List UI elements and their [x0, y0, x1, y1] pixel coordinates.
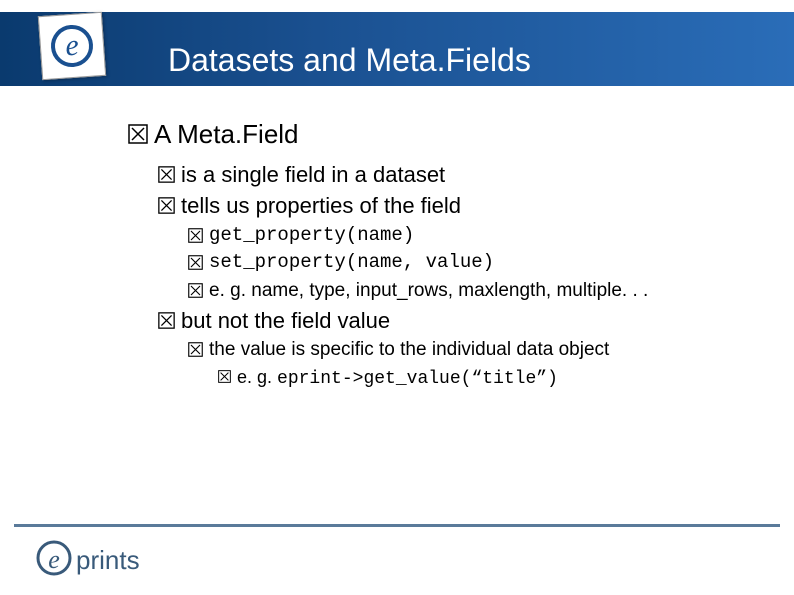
bullet-text: A Meta.Field [154, 118, 754, 151]
bullet-level1: A Meta.Field [128, 118, 754, 151]
bullet-level3: get_property(name) [188, 224, 754, 248]
bullet-text: is a single field in a dataset [181, 161, 754, 189]
square-x-bullet-icon [188, 255, 203, 270]
footer-divider [14, 524, 780, 527]
eg-prefix: e. g. [237, 367, 277, 387]
square-x-bullet-icon [188, 283, 203, 298]
slide-title: Datasets and Meta.Fields [168, 42, 531, 79]
bullet-level2: is a single field in a dataset [158, 161, 754, 189]
square-x-bullet-icon [188, 342, 203, 357]
square-x-bullet-icon [188, 228, 203, 243]
square-x-bullet-icon [158, 197, 175, 214]
header-eprints-icon: e [38, 12, 106, 80]
square-x-bullet-icon [158, 166, 175, 183]
bullet-code: set_property(name, value) [209, 251, 754, 275]
square-x-bullet-icon [218, 370, 231, 383]
eg-code: eprint->get_value(“title”) [277, 369, 558, 389]
bullet-text: the value is specific to the individual … [209, 338, 754, 362]
bullet-text: tells us properties of the field [181, 192, 754, 220]
square-x-bullet-icon [158, 312, 175, 329]
svg-text:e: e [48, 545, 60, 574]
slide-content: A Meta.Field is a single field in a data… [128, 118, 754, 395]
bullet-level2: but not the field value [158, 307, 754, 335]
bullet-text: but not the field value [181, 307, 754, 335]
bullet-level2: tells us properties of the field [158, 192, 754, 220]
header-bar: e Datasets and Meta.Fields [0, 12, 794, 86]
bullet-level3: set_property(name, value) [188, 251, 754, 275]
bullet-code: get_property(name) [209, 224, 754, 248]
bullet-level3: e. g. name, type, input_rows, maxlength,… [188, 279, 754, 303]
square-x-bullet-icon [128, 124, 148, 144]
footer-eprints-logo: e prints [36, 537, 176, 579]
bullet-text: e. g. name, type, input_rows, maxlength,… [209, 279, 754, 303]
bullet-text-mixed: e. g. eprint->get_value(“title”) [237, 366, 754, 391]
footer-brand-text: prints [76, 545, 140, 575]
bullet-level4: e. g. eprint->get_value(“title”) [218, 366, 754, 391]
bullet-level3: the value is specific to the individual … [188, 338, 754, 362]
svg-text:e: e [64, 29, 80, 63]
